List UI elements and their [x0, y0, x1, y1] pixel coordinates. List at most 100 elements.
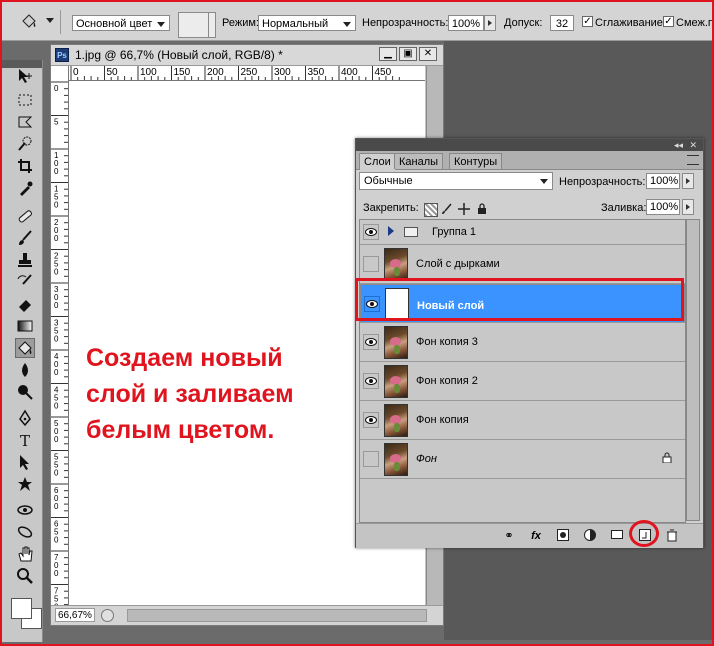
opacity-slider-button[interactable]	[484, 15, 496, 31]
marquee-tool[interactable]	[15, 90, 35, 110]
status-info-icon[interactable]	[101, 609, 114, 622]
horizontal-ruler[interactable]: 0 50 100 150 200 250 300 350 400 450	[69, 66, 425, 81]
chevron-down-icon	[157, 22, 165, 27]
lock-all-icon[interactable]	[476, 203, 488, 215]
quick-selection-tool[interactable]	[15, 134, 35, 154]
tool-preset-dropdown[interactable]	[46, 18, 54, 23]
link-layers-icon[interactable]: ⚭	[502, 529, 516, 543]
pen-tool[interactable]	[15, 408, 35, 428]
maximize-button[interactable]: ▣	[399, 47, 417, 61]
clone-stamp-tool[interactable]	[15, 250, 35, 270]
layer-row[interactable]: Фон копия 3	[360, 323, 685, 362]
layer-opacity-slider-button[interactable]	[682, 173, 694, 189]
eye-icon	[366, 300, 378, 308]
eyedropper-tool[interactable]	[15, 178, 35, 198]
visibility-toggle[interactable]	[364, 296, 380, 312]
layer-row[interactable]: Фон копия 2	[360, 362, 685, 401]
layers-scrollbar[interactable]	[686, 219, 700, 521]
visibility-toggle[interactable]	[363, 224, 379, 240]
antialias-checkbox[interactable]: ✓	[582, 16, 593, 27]
opacity-input[interactable]: 100%	[448, 15, 484, 31]
layer-row-background[interactable]: Фон	[360, 440, 685, 479]
custom-shape-tool[interactable]	[15, 474, 35, 494]
layer-name: Слой с дырками	[416, 258, 500, 270]
contiguous-checkbox[interactable]: ✓	[663, 16, 674, 27]
visibility-toggle[interactable]	[363, 451, 379, 467]
lock-pixels-icon[interactable]	[441, 203, 453, 215]
fill-source-value: Основной цвет	[76, 18, 153, 30]
visibility-toggle[interactable]	[363, 412, 379, 428]
paint-bucket-icon[interactable]	[20, 12, 38, 30]
toolbox: T	[2, 60, 43, 642]
color-swatches[interactable]	[11, 598, 42, 629]
panel-menu-icon[interactable]	[687, 155, 699, 165]
fill-label: Заливка:	[601, 202, 647, 214]
layer-thumbnail	[384, 443, 408, 476]
history-brush-tool[interactable]	[15, 272, 35, 292]
blend-mode-select[interactable]: Обычные	[359, 172, 553, 190]
trash-icon[interactable]	[665, 529, 679, 543]
paint-bucket-tool[interactable]	[15, 338, 35, 358]
fill-slider-button[interactable]	[682, 199, 694, 215]
move-tool[interactable]	[15, 66, 35, 86]
lock-position-icon[interactable]	[458, 203, 470, 215]
tab-layers[interactable]: Слои	[359, 153, 396, 170]
bandage-icon	[18, 210, 32, 223]
zoom-tool[interactable]	[15, 566, 35, 586]
ruler-corner[interactable]	[51, 66, 69, 81]
hand-tool[interactable]	[15, 544, 35, 564]
layer-style-icon[interactable]: fx	[529, 529, 543, 543]
mode-select[interactable]: Нормальный	[258, 15, 356, 31]
horizontal-scrollbar[interactable]	[127, 609, 427, 622]
minimize-button[interactable]: ▁	[379, 47, 397, 61]
layer-thumbnail	[384, 365, 408, 398]
layer-name: Фон копия 3	[416, 336, 478, 348]
collapse-icon[interactable]: ◂◂	[674, 140, 683, 151]
add-mask-icon[interactable]	[556, 529, 570, 543]
layer-opacity-input[interactable]: 100%	[646, 173, 680, 189]
visibility-toggle[interactable]	[363, 373, 379, 389]
ruler-label: 5	[54, 118, 59, 127]
fill-input[interactable]: 100%	[646, 199, 680, 215]
tolerance-input[interactable]: 32	[550, 15, 574, 31]
expand-triangle-icon[interactable]	[388, 226, 394, 236]
pattern-swatch[interactable]	[178, 12, 216, 38]
fill-source-select[interactable]: Основной цвет	[72, 15, 170, 31]
close-icon[interactable]: ✕	[689, 140, 697, 151]
divider	[60, 10, 61, 34]
tab-paths[interactable]: Контуры	[449, 153, 503, 169]
adjustment-layer-icon[interactable]	[583, 529, 597, 543]
lock-transparency-icon[interactable]	[424, 203, 438, 217]
gradient-tool[interactable]	[15, 316, 35, 336]
brush-tool[interactable]	[15, 228, 35, 248]
new-group-icon[interactable]	[610, 529, 624, 543]
crop-tool[interactable]	[15, 156, 35, 176]
dodge-tool[interactable]	[15, 382, 35, 402]
healing-brush-tool[interactable]	[15, 206, 35, 226]
type-tool[interactable]: T	[15, 430, 35, 450]
foreground-color[interactable]	[11, 598, 32, 619]
close-button[interactable]: ✕	[419, 47, 437, 61]
lasso-tool[interactable]	[15, 112, 35, 132]
zoom-level[interactable]: 66,67%	[55, 608, 95, 622]
vertical-ruler[interactable]: 0510015020025030035040045050055060065070…	[51, 80, 69, 611]
visibility-toggle[interactable]	[363, 334, 379, 350]
layer-row-group[interactable]: Группа 1	[360, 220, 685, 245]
ruler-label: 150	[174, 67, 191, 78]
3d-rotate-tool[interactable]	[15, 500, 35, 520]
3d-orbit-tool[interactable]	[15, 522, 35, 542]
new-layer-icon[interactable]	[638, 529, 652, 543]
ruler-label: 0	[54, 368, 59, 377]
tab-channels[interactable]: Каналы	[394, 153, 444, 169]
document-title-bar[interactable]: Ps 1.jpg @ 66,7% (Новый слой, RGB/8) * ▁…	[51, 45, 443, 66]
panel-header[interactable]: ◂◂ ✕	[356, 139, 703, 151]
layer-row-selected[interactable]: Новый слой	[360, 284, 685, 323]
layer-row[interactable]: Фон копия	[360, 401, 685, 440]
layer-row[interactable]: Слой с дырками	[360, 245, 685, 284]
ruler-label: 0	[54, 234, 59, 243]
visibility-toggle[interactable]	[363, 256, 379, 272]
move-icon	[19, 69, 32, 83]
path-selection-tool[interactable]	[15, 452, 35, 472]
blur-tool[interactable]	[15, 360, 35, 380]
eraser-tool[interactable]	[15, 294, 35, 314]
